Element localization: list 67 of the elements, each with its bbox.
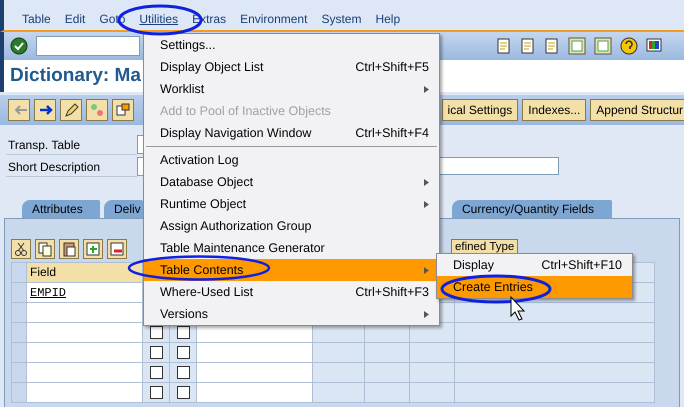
help-icon[interactable]: [620, 37, 638, 55]
shortcut-text: Ctrl+Shift+F4: [355, 125, 429, 142]
menu-item[interactable]: Table Contents: [144, 259, 439, 281]
delete-row-icon[interactable]: [107, 239, 127, 259]
pencil-icon[interactable]: [60, 99, 82, 121]
column-header: Field: [26, 262, 142, 282]
tab[interactable]: Attributes: [22, 200, 100, 218]
shortcut-text: Ctrl+Shift+F10: [541, 257, 622, 274]
tab[interactable]: Deliv: [104, 200, 143, 218]
menu-item: Add to Pool of Inactive Objects: [144, 100, 439, 122]
tab[interactable]: Currency/Quantity Fields: [452, 200, 612, 218]
menu-item[interactable]: Settings...: [144, 34, 439, 56]
menu-item[interactable]: Worklist: [144, 78, 439, 100]
window-icon[interactable]: [568, 37, 586, 55]
menu-bar-item[interactable]: Environment: [233, 12, 314, 27]
page-icon[interactable]: [496, 38, 512, 54]
menu-item[interactable]: Display Object List Ctrl+Shift+F5: [144, 56, 439, 78]
menu-item[interactable]: Runtime Object: [144, 193, 439, 215]
submenu-arrow-icon: [424, 266, 429, 274]
checkbox[interactable]: [150, 386, 162, 400]
checkbox[interactable]: [150, 346, 162, 360]
object-icon[interactable]: [112, 99, 134, 121]
window-icon[interactable]: [594, 37, 612, 55]
submenu-arrow-icon: [424, 200, 429, 208]
shortcut-text: Ctrl+Shift+F5: [355, 59, 429, 76]
toolbar-button[interactable]: Indexes...: [522, 99, 586, 121]
text-field[interactable]: [137, 135, 143, 154]
menu-item[interactable]: Assign Authorization Group: [144, 215, 439, 237]
back-icon[interactable]: [8, 99, 30, 121]
forward-icon[interactable]: [34, 99, 56, 121]
toolbar-button[interactable]: Append Structur: [590, 99, 684, 121]
menu-item[interactable]: Table Maintenance Generator: [144, 237, 439, 259]
page-icon[interactable]: [520, 38, 536, 54]
menu-item[interactable]: Create Entries: [437, 276, 632, 298]
checkbox[interactable]: [176, 326, 190, 340]
command-field[interactable]: [36, 36, 140, 56]
toolbar-button[interactable]: ical Settings: [442, 99, 518, 121]
insert-row-icon[interactable]: [83, 239, 103, 259]
text-field[interactable]: [437, 157, 559, 175]
menu-item[interactable]: Versions: [144, 303, 439, 325]
text-field[interactable]: [137, 157, 143, 176]
checkbox[interactable]: [150, 326, 162, 340]
checkbox[interactable]: [176, 386, 190, 400]
menu-item[interactable]: Display Ctrl+Shift+F10: [437, 254, 632, 276]
checkbox[interactable]: [176, 346, 190, 360]
copy-icon[interactable]: [35, 239, 55, 259]
menu-item[interactable]: Display Navigation Window Ctrl+Shift+F4: [144, 122, 439, 144]
menu-bar-item[interactable]: Table: [15, 12, 58, 27]
mouse-cursor-icon: [510, 296, 526, 321]
submenu-arrow-icon: [424, 178, 429, 186]
menu-item[interactable]: Database Object: [144, 171, 439, 193]
checkbox[interactable]: [176, 366, 190, 380]
page-icon[interactable]: [544, 38, 560, 54]
submenu-arrow-icon: [424, 310, 429, 318]
scissors-icon[interactable]: [11, 239, 31, 259]
paste-icon[interactable]: [59, 239, 79, 259]
submenu-arrow-icon: [424, 86, 429, 92]
menu-item[interactable]: Activation Log: [144, 149, 439, 171]
confirm-icon[interactable]: [10, 37, 28, 55]
page-title: Dictionary: Ma: [10, 65, 141, 86]
menu-bar-item[interactable]: Help: [368, 12, 408, 27]
checkbox[interactable]: [150, 366, 162, 380]
menu-item[interactable]: Where-Used List Ctrl+Shift+F3: [144, 281, 439, 303]
shortcut-text: Ctrl+Shift+F3: [355, 284, 429, 301]
menu-bar-item[interactable]: Utilities: [132, 12, 186, 27]
menu-bar-item[interactable]: Edit: [58, 12, 92, 27]
menu-bar-item[interactable]: System: [314, 12, 368, 27]
